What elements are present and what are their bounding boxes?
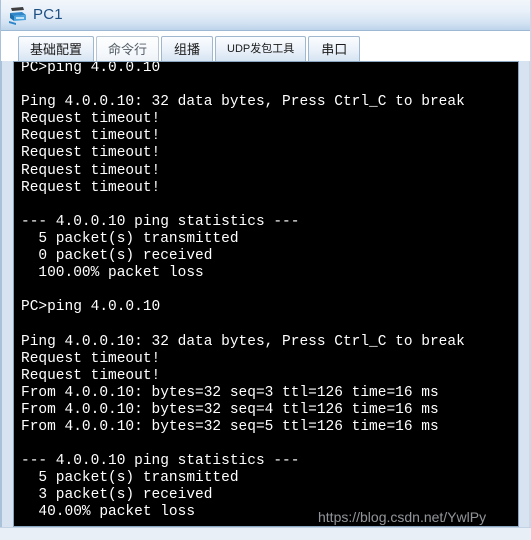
terminal-console[interactable]: PC>ping 4.0.0.10 Ping 4.0.0.10: 32 data … [13,61,519,527]
tab-basic-config[interactable]: 基础配置 [18,36,95,61]
window-title: PC1 [33,6,63,23]
tab-serial-port[interactable]: 串口 [308,36,361,61]
pc-device-icon [7,4,29,26]
pc1-console-window: PC1 基础配置 命令行 组播 UDP发包工具 串口 PC>ping 4.0.0… [0,0,531,540]
tab-multicast[interactable]: 组播 [161,36,214,61]
tab-udp-tool[interactable]: UDP发包工具 [215,36,307,61]
tab-command-line[interactable]: 命令行 [96,36,160,61]
title-bar: PC1 [1,0,530,31]
window-bottom-frame [0,527,531,540]
tab-strip: 基础配置 命令行 组播 UDP发包工具 串口 [1,31,530,61]
terminal-output-text: PC>ping 4.0.0.10 Ping 4.0.0.10: 32 data … [21,61,465,521]
window-left-edge [0,0,2,540]
